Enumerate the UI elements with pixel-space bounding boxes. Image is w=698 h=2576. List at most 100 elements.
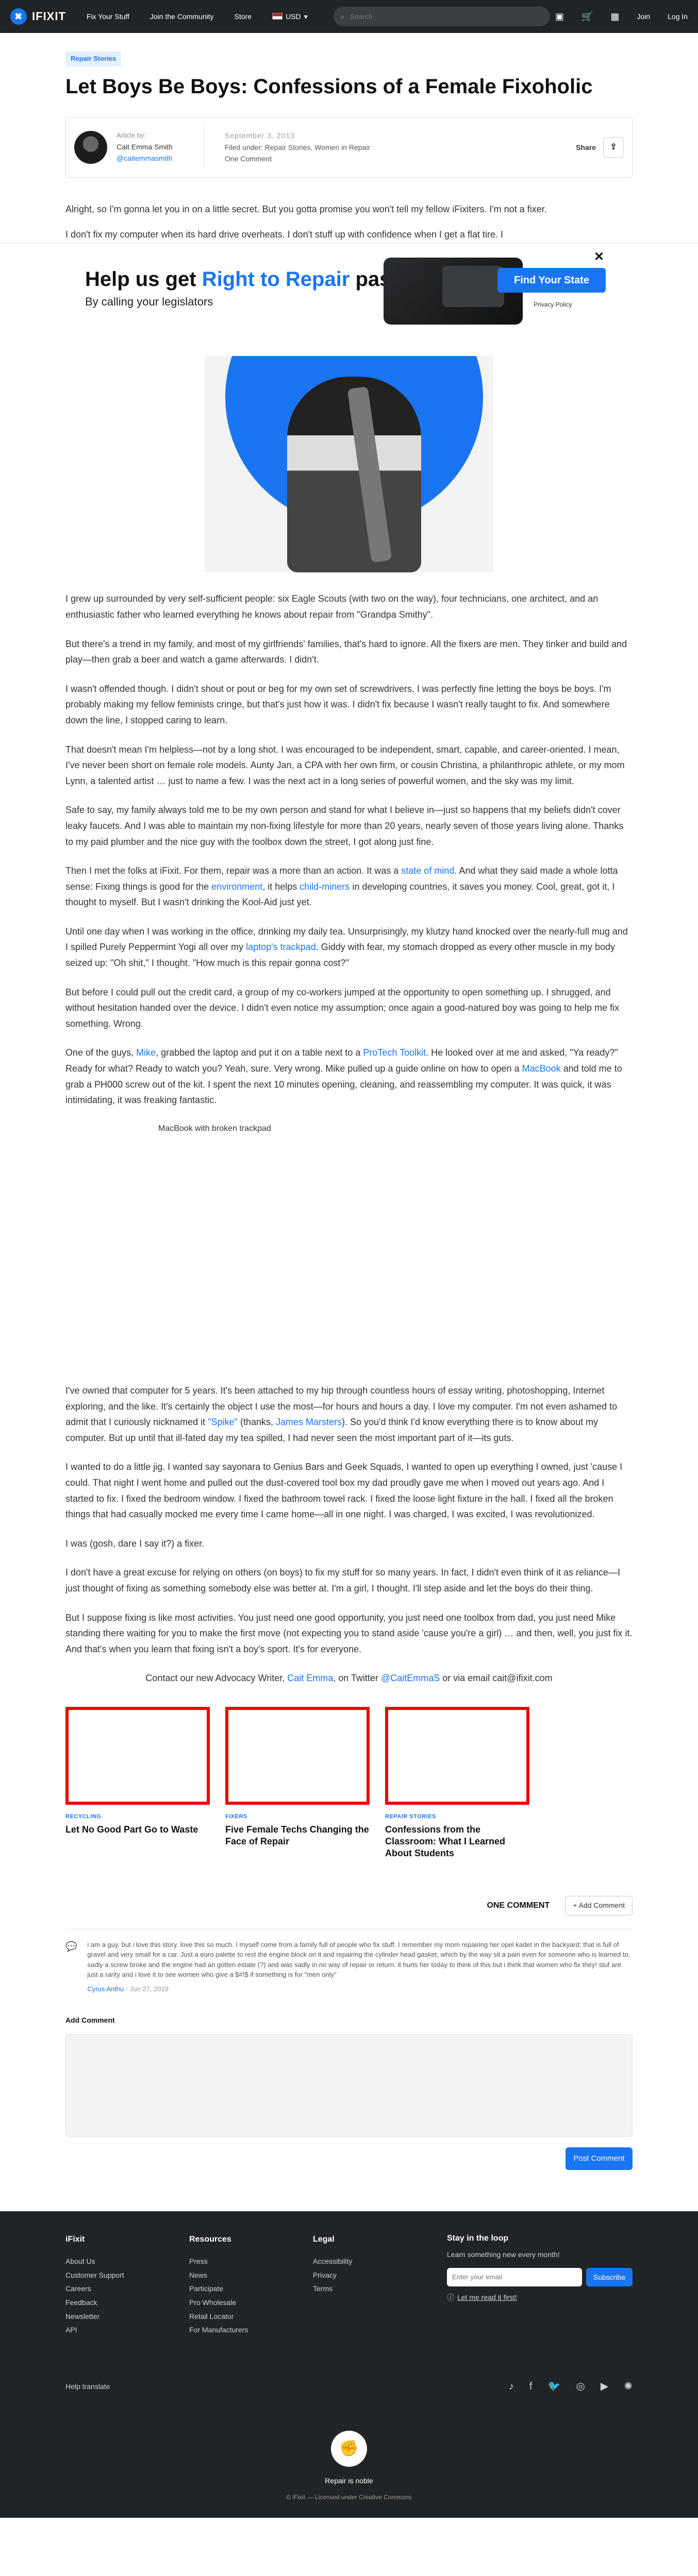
link-cait-emma[interactable]: Cait Emma [287,1673,333,1683]
nav-link-fix-your-stuff[interactable]: Fix Your Stuff [87,11,129,22]
footer-link[interactable]: Terms [313,2282,437,2296]
link-spike[interactable]: "Spike" [208,1417,238,1427]
footer-link[interactable]: Careers [65,2282,189,2296]
footer-link[interactable]: Feedback [65,2296,189,2310]
footer-link[interactable]: Pro Wholesale [189,2296,313,2310]
related-title[interactable]: Let No Good Part Go to Waste [65,1824,210,1836]
brand-logo[interactable]: ✖ IFIXIT [10,7,66,25]
comments-count: ONE COMMENT [487,1901,550,1910]
search-icon: ⌕ [340,12,345,21]
banner-title: Help us get Right to Repair passed [85,263,426,296]
link-twitter-handle[interactable]: @CaitEmmaS [381,1673,440,1683]
text: , on Twitter [333,1673,381,1684]
paragraph: I was (gosh, dare I say it?) a fixer. [65,1538,205,1549]
read-first-row: ⓘ Let me read it first! [447,2292,633,2303]
footer-link[interactable]: Customer Support [65,2268,189,2282]
help-translate-link[interactable]: Help translate [65,2381,110,2392]
author-handle[interactable]: @caitemmasmith [117,152,173,164]
ifixit-logo-icon: ✖ [10,8,27,25]
bookmark-icon[interactable]: ▣ [555,9,564,24]
link-child-miners[interactable]: child-miners [300,882,350,892]
author-avatar[interactable] [74,130,107,164]
login-link[interactable]: Log In [668,11,688,22]
share-button[interactable]: ⇪ [603,137,624,158]
footer-license[interactable]: © iFixit — Licensed under Creative Commo… [0,2493,698,2502]
category-tag[interactable]: Repair Stories [65,52,122,66]
footer-link[interactable]: Participate [189,2282,313,2296]
footer-link[interactable]: About Us [65,2255,189,2268]
newsletter-subtext: Learn something new every month! [447,2250,560,2259]
comment-textarea[interactable] [65,2033,633,2137]
nav-icons: ▣ 🛒 ▦ Join Log In [555,9,688,24]
paragraph: Until one day when I was working in the … [65,924,633,971]
footer-link[interactable]: API [65,2323,189,2337]
filed-under-value[interactable]: Repair Stories, Women in Repair [265,143,370,151]
newsletter-heading: Stay in the loop [447,2233,509,2243]
link-laptop-trackpad[interactable]: laptop's trackpad [246,942,316,952]
link-state-of-mind[interactable]: state of mind [401,866,454,876]
subscribe-button[interactable]: Subscribe [586,2267,633,2286]
paragraph: But there's a trend in my family, and mo… [65,638,627,665]
newsletter-signup: Stay in the loop Learn something new eve… [447,2232,633,2337]
top-nav: ✖ IFIXIT Fix Your Stuff Join the Communi… [0,0,698,33]
link-mike[interactable]: Mike [136,1047,156,1058]
footer-col-ifixit: iFixit About Us Customer Support Careers… [65,2232,189,2337]
twitter-icon[interactable]: 🐦 [547,2378,560,2395]
community-icon[interactable]: ✺ [624,2378,633,2395]
footer-link[interactable]: Press [189,2255,313,2268]
link-macbook[interactable]: MacBook [522,1063,561,1074]
filed-under-label: Filed under: [224,143,263,151]
paragraph: I grew up surrounded by very self-suffic… [65,594,599,620]
footer-link[interactable]: News [189,2268,313,2282]
add-comment-button[interactable]: + Add Comment [565,1895,633,1916]
author-name[interactable]: Cait Emma Smith [117,141,173,152]
plus-icon: + [573,1901,579,1909]
close-icon[interactable]: ✕ [594,247,604,267]
comment-count[interactable]: One Comment [225,153,370,164]
paragraph: Then I met the folks at iFixit. For them… [65,863,633,910]
privacy-policy-link[interactable]: Privacy Policy [534,300,572,310]
locale-selector[interactable]: USD ▾ [272,11,308,22]
related-card[interactable]: REPAIR STORIES Confessions from the Clas… [385,1706,529,1860]
related-card[interactable]: FIXERS Five Female Techs Changing the Fa… [225,1706,370,1860]
related-articles: RECYCLING Let No Good Part Go to Waste F… [65,1706,633,1860]
paragraph: I wasn't offended though. I didn't shout… [65,683,611,725]
footer-link[interactable]: For Manufacturers [189,2323,313,2337]
find-your-state-button[interactable]: Find Your State [497,268,606,293]
read-first-link[interactable]: Let me read it first! [457,2292,517,2303]
post-row: Post Comment [65,2147,633,2170]
related-title[interactable]: Five Female Techs Changing the Face of R… [225,1824,370,1848]
youtube-icon[interactable]: ▶ [601,2378,608,2395]
comment-author[interactable]: Cyrus Anthu [87,1985,124,1993]
grid-icon[interactable]: ▦ [610,9,619,24]
search-box: ⌕ [333,7,550,26]
nav-link-store[interactable]: Store [235,11,252,22]
cart-icon[interactable]: 🛒 [581,9,593,24]
related-card[interactable]: RECYCLING Let No Good Part Go to Waste [65,1706,210,1860]
text: Contact our new Advocacy Writer, [145,1673,288,1684]
facebook-icon[interactable]: f [529,2378,533,2395]
footer-link[interactable]: Retail Locator [189,2310,313,2324]
join-link[interactable]: Join [637,11,650,22]
lead-paragraph: Alright, so I'm gonna let you in on a li… [65,204,547,214]
article-meta: Article by: Cait Emma Smith @caitemmasmi… [65,116,633,178]
article-body: I grew up surrounded by very self-suffic… [65,591,633,2170]
tiktok-icon[interactable]: ♪ [509,2378,514,2395]
link-james-marsters[interactable]: James Marsters [276,1417,342,1427]
related-title[interactable]: Confessions from the Classroom: What I L… [385,1824,529,1860]
phone-camera-image [442,266,504,308]
newsletter-email-input[interactable] [447,2267,582,2286]
related-category: FIXERS [225,1813,247,1820]
text: Then I met the folks at iFixit. For them… [65,866,402,876]
instagram-icon[interactable]: ◎ [576,2378,585,2395]
link-environment[interactable]: environment [211,882,262,892]
post-comment-button[interactable]: Post Comment [566,2147,633,2170]
footer-link[interactable]: Privacy [313,2268,437,2282]
add-comment-heading: Add Comment [65,2016,115,2025]
social-links: ♪ f 🐦 ◎ ▶ ✺ [509,2378,633,2395]
footer-link[interactable]: Accessibility [313,2255,437,2268]
link-protech-toolkit[interactable]: ProTech Toolkit [363,1047,426,1058]
footer-link[interactable]: Newsletter [65,2310,189,2324]
nav-link-community[interactable]: Join the Community [150,11,214,22]
search-input[interactable] [350,12,543,21]
